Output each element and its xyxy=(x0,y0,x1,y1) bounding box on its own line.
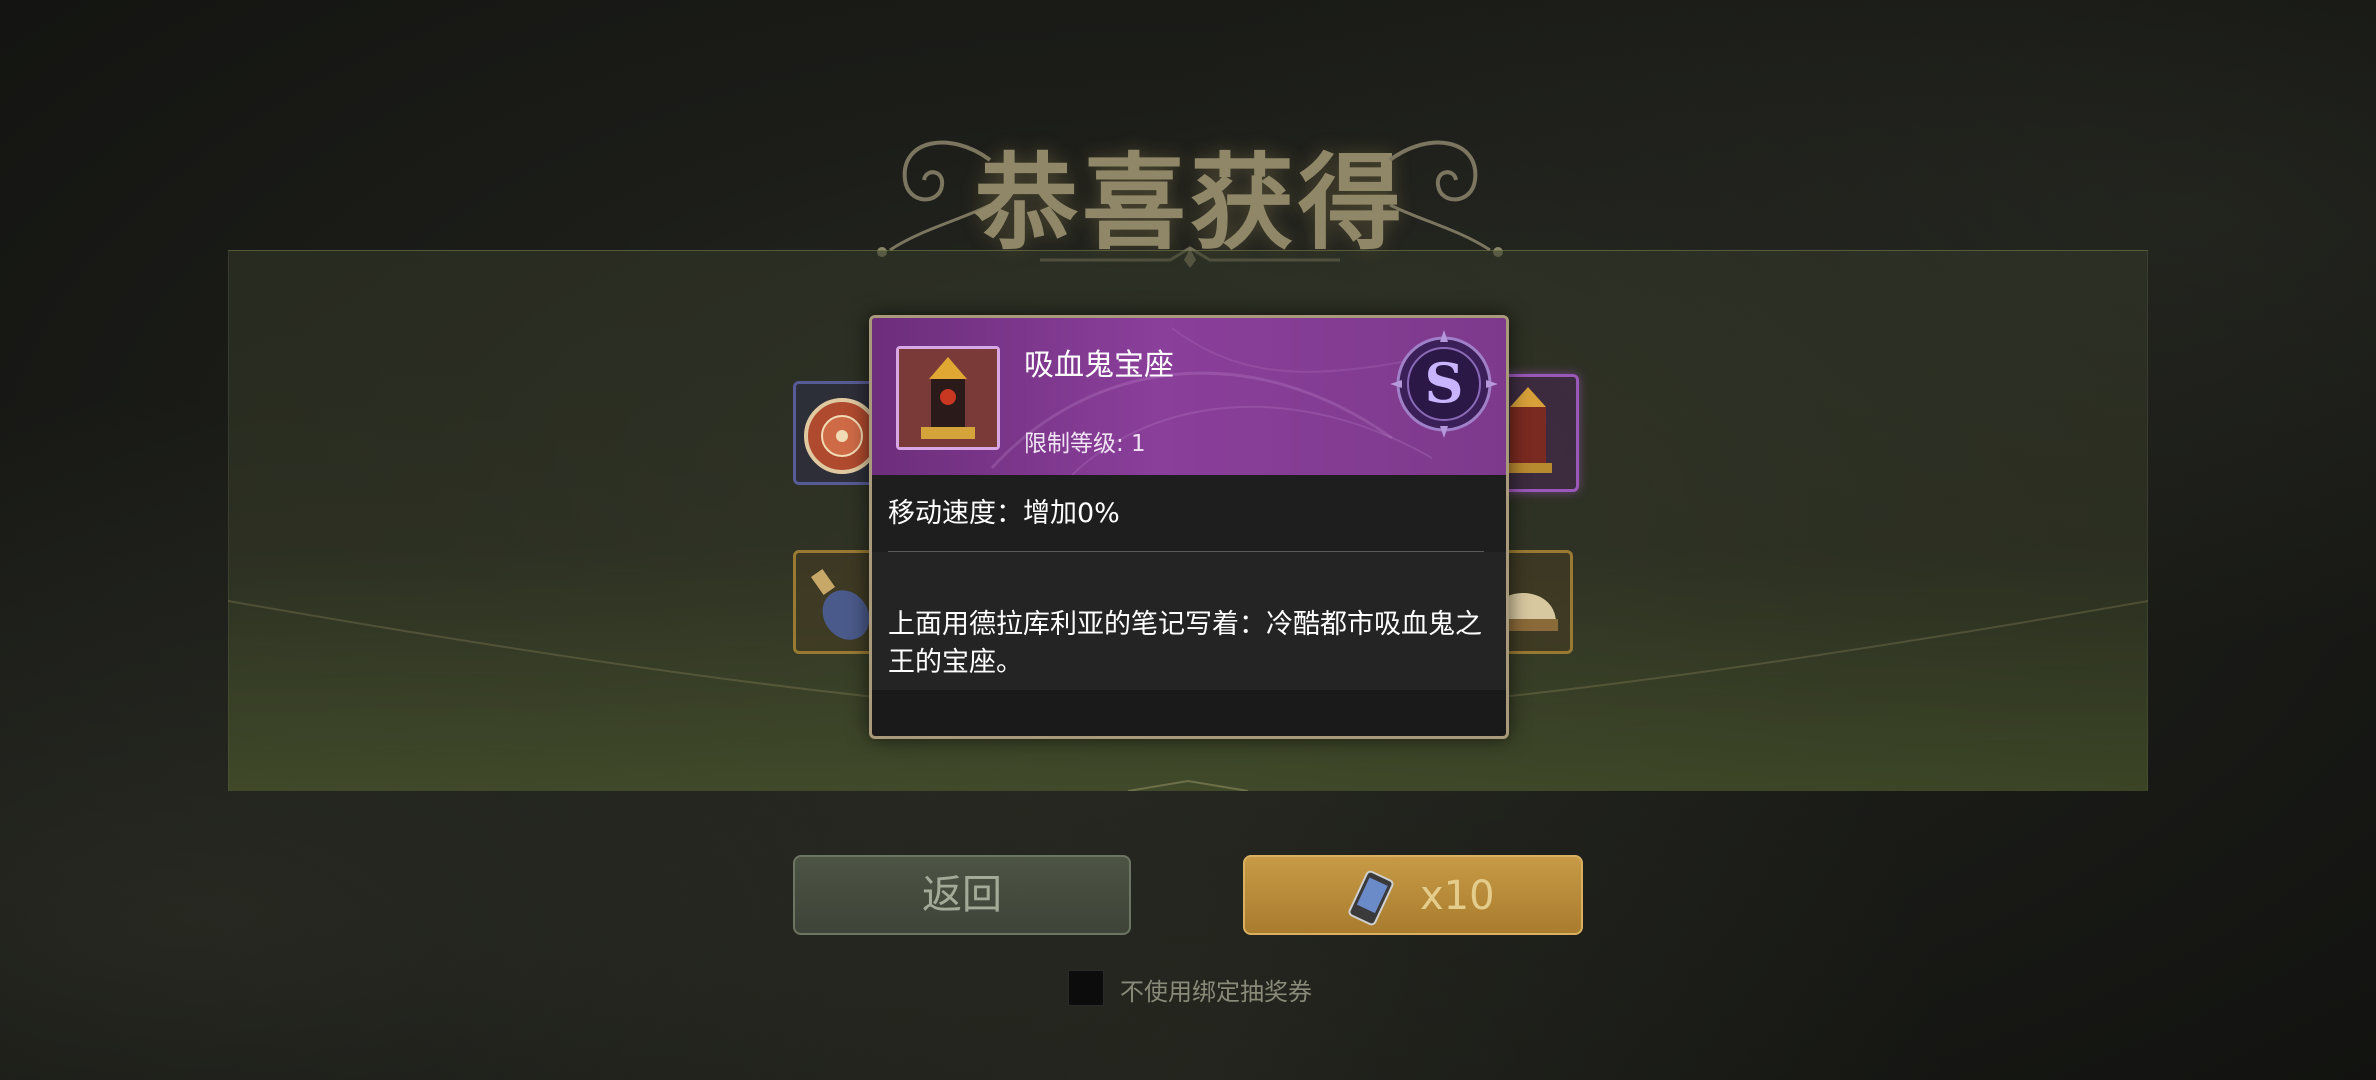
right-flourish-icon xyxy=(1388,140,1503,257)
vampire-throne-icon xyxy=(899,349,997,447)
draw-x10-button[interactable]: x10 xyxy=(1243,855,1583,935)
stat-row: 移动速度：增加0% xyxy=(872,475,1506,553)
description-block: 上面用德拉库利亚的笔记写着：冷酷都市吸血鬼之王的宝座。 xyxy=(872,552,1506,690)
level-requirement: 限制等级: 1 xyxy=(1024,431,1146,457)
item-icon xyxy=(896,346,1000,450)
title-banner: 恭喜获得 xyxy=(860,110,1520,270)
back-button[interactable]: 返回 xyxy=(793,855,1131,935)
rank-badge: S xyxy=(1386,326,1502,442)
phone-ticket-icon xyxy=(1348,870,1394,926)
rank-s-icon: S xyxy=(1390,330,1498,438)
rank-letter: S xyxy=(1425,351,1464,415)
item-description: 上面用德拉库利亚的笔记写着：冷酷都市吸血鬼之王的宝座。 xyxy=(888,609,1482,678)
stat-text: 移动速度：增加0% xyxy=(888,498,1120,529)
no-bound-ticket-label: 不使用绑定抽奖券 xyxy=(1120,978,1312,1006)
tooltip-header: 吸血鬼宝座 限制等级: 1 S xyxy=(872,318,1506,475)
draw-count: x10 xyxy=(1420,873,1495,919)
back-button-label: 返回 xyxy=(922,872,1002,918)
item-name: 吸血鬼宝座 xyxy=(1024,348,1174,383)
item-tooltip: 吸血鬼宝座 限制等级: 1 S 移动速度：增加0% 上面用德拉库利亚的笔记写着：… xyxy=(869,315,1509,739)
no-bound-ticket-checkbox[interactable] xyxy=(1068,970,1104,1006)
